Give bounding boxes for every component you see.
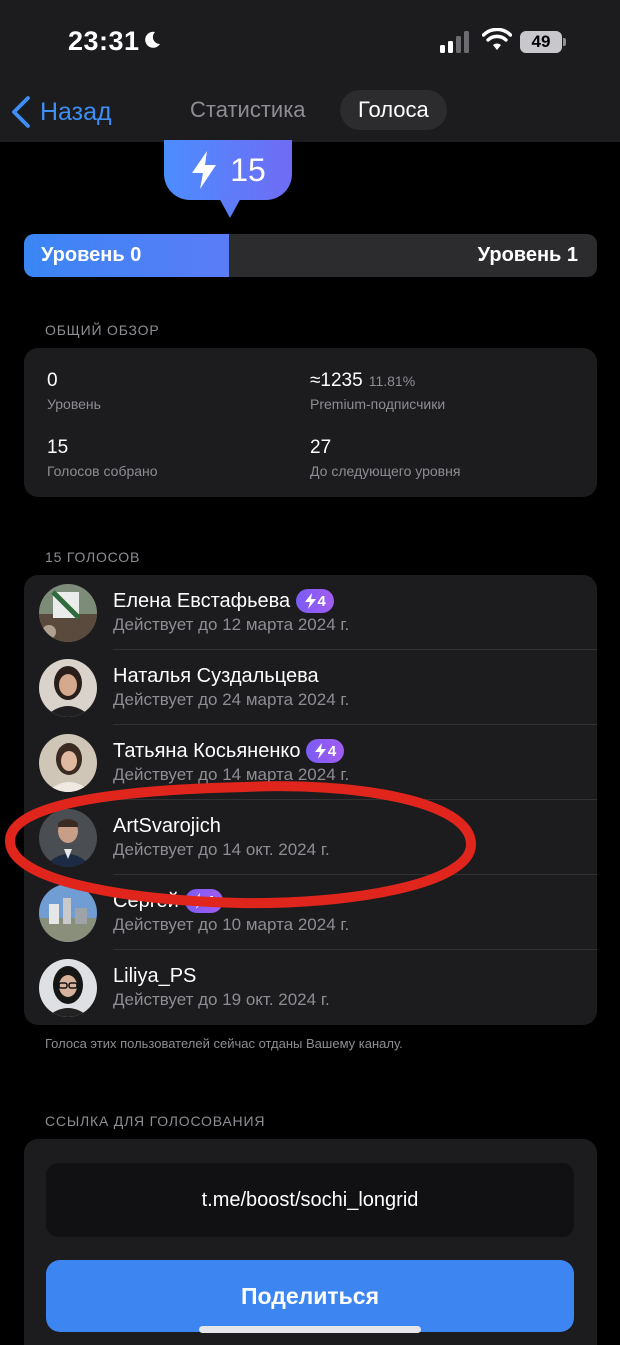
link-heading: ССЫЛКА ДЛЯ ГОЛОСОВАНИЯ xyxy=(45,1113,266,1129)
stat-votes-label: Голосов собрано xyxy=(47,463,158,479)
voters-heading: 15 ГОЛОСОВ xyxy=(45,549,141,565)
lightning-icon xyxy=(304,593,316,609)
stat-next-level: 27 До следующего уровня xyxy=(310,437,460,479)
voter-expiry: Действует до 14 марта 2024 г. xyxy=(113,765,350,784)
voter-expiry: Действует до 19 окт. 2024 г. xyxy=(113,990,330,1009)
lightning-icon xyxy=(192,151,217,189)
voters-note: Голоса этих пользователей сейчас отданы … xyxy=(45,1036,403,1051)
voter-expiry: Действует до 24 марта 2024 г. xyxy=(113,690,350,709)
cellular-signal-icon xyxy=(440,31,469,53)
stat-level-label: Уровень xyxy=(47,396,101,412)
stat-level: 0 Уровень xyxy=(47,370,101,412)
list-item[interactable]: ArtSvarojich Действует до 14 окт. 2024 г… xyxy=(24,800,597,875)
voter-expiry: Действует до 14 окт. 2024 г. xyxy=(113,840,330,859)
list-item[interactable]: Наталья Суздальцева Действует до 24 март… xyxy=(24,650,597,725)
voter-name: Наталья Суздальцева xyxy=(113,664,319,687)
avatar xyxy=(39,659,97,717)
level-progress-bar: Уровень 0 Уровень 1 xyxy=(24,234,597,277)
overview-heading: ОБЩИЙ ОБЗОР xyxy=(45,322,160,338)
avatar xyxy=(39,584,97,642)
wifi-icon xyxy=(482,28,512,50)
boost-count-bubble: 15 xyxy=(164,140,292,200)
avatar xyxy=(39,884,97,942)
next-level-label: Уровень 1 xyxy=(477,244,578,266)
stat-next-label: До следующего уровня xyxy=(310,463,461,479)
boost-link-field[interactable]: t.me/boost/sochi_longrid xyxy=(46,1163,574,1237)
navigation-bar: Назад Статистика Голоса xyxy=(0,80,620,142)
boost-badge: 4 xyxy=(306,739,345,763)
stat-premium-label: Premium-подписчики xyxy=(310,396,446,412)
voter-name: Liliya_PS xyxy=(113,964,197,987)
list-item[interactable]: Татьяна Косьяненко 4 Действует до 14 мар… xyxy=(24,725,597,800)
share-button[interactable]: Поделиться xyxy=(46,1260,574,1332)
lightning-icon xyxy=(314,743,326,759)
status-time: 23:31 xyxy=(68,26,140,56)
boost-count: 15 xyxy=(230,151,266,188)
lightning-icon xyxy=(193,893,205,909)
voter-expiry: Действует до 12 марта 2024 г. xyxy=(113,615,350,634)
stat-level-value: 0 xyxy=(47,370,58,391)
chevron-left-icon xyxy=(12,96,30,128)
stat-premium-percent: 11.81% xyxy=(368,373,416,389)
stat-premium-value: ≈1235 xyxy=(310,370,363,391)
battery-icon: 49 xyxy=(520,31,566,53)
voter-name: Татьяна Косьяненко xyxy=(113,739,301,762)
voter-name: ArtSvarojich xyxy=(113,814,221,837)
list-item[interactable]: Сергей 4 Действует до 10 марта 2024 г. xyxy=(24,875,597,950)
list-item[interactable]: Liliya_PS Действует до 19 окт. 2024 г. xyxy=(24,950,597,1025)
back-button[interactable]: Назад xyxy=(10,92,112,132)
avatar xyxy=(39,734,97,792)
overview-card: 0 Уровень ≈1235 11.81% Premium-подписчики… xyxy=(24,348,597,497)
bubble-tail xyxy=(218,196,242,218)
back-label: Назад xyxy=(40,97,112,126)
avatar xyxy=(39,959,97,1017)
voter-name: Сергей xyxy=(113,889,179,912)
boost-badge: 4 xyxy=(184,889,223,913)
current-level-label: Уровень 0 xyxy=(41,244,142,266)
battery-level: 49 xyxy=(531,32,551,51)
stat-votes-value: 15 xyxy=(47,437,69,458)
voter-expiry: Действует до 10 марта 2024 г. xyxy=(113,915,350,934)
voters-list: Елена Евстафьева 4 Действует до 12 марта… xyxy=(24,575,597,1025)
avatar xyxy=(39,809,97,867)
voter-name: Елена Евстафьева xyxy=(113,589,291,612)
tab-voices[interactable]: Голоса xyxy=(340,90,447,130)
home-indicator xyxy=(199,1326,421,1333)
stat-votes: 15 Голосов собрано xyxy=(47,437,158,479)
tab-statistics[interactable]: Статистика xyxy=(176,90,320,130)
status-bar: 23:31 49 xyxy=(0,0,620,80)
moon-icon xyxy=(145,31,160,48)
stat-next-value: 27 xyxy=(310,437,332,458)
stat-premium: ≈1235 11.81% Premium-подписчики xyxy=(310,370,445,412)
list-item[interactable]: Елена Евстафьева 4 Действует до 12 марта… xyxy=(24,575,597,650)
boost-badge: 4 xyxy=(296,589,335,613)
